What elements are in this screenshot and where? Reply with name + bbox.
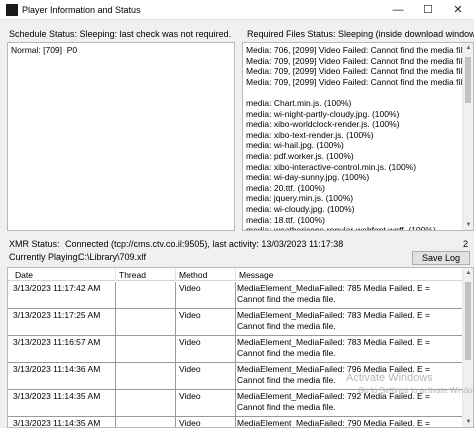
required-file-line: media: 20.ttf. (100%)	[246, 182, 325, 193]
scroll-thumb[interactable]	[465, 282, 471, 360]
cell-border	[235, 282, 236, 309]
cell-message: MediaElement_MediaFailed: 783 Media Fail…	[237, 310, 431, 320]
cell-method: Video	[179, 418, 201, 428]
window-title: Player Information and Status	[22, 5, 141, 15]
cell-border	[175, 363, 176, 390]
column-header-message[interactable]: Message	[239, 270, 274, 280]
cell-border	[115, 309, 116, 336]
required-file-line: Media: 706, [2099] Video Failed: Cannot …	[246, 45, 472, 55]
schedule-status-label: Schedule Status: Sleeping: last check wa…	[9, 29, 232, 39]
schedule-textbox[interactable]: Normal: [709] P0	[7, 42, 235, 231]
cell-border	[115, 390, 116, 417]
column-header-date[interactable]: Date	[15, 270, 33, 280]
required-files-list: Media: 706, [2099] Video Failed: Cannot …	[246, 45, 473, 231]
required-file-line: media: xibo-interactive-control.min.js. …	[246, 161, 417, 172]
cell-border	[115, 417, 116, 427]
activate-windows-hint: Go to Settings to activate Windows.	[358, 386, 474, 395]
required-file-line: Media: 709, [2099] Video Failed: Cannot …	[246, 76, 472, 87]
cell-border	[235, 336, 236, 363]
column-separator	[175, 268, 176, 281]
table-row[interactable]: 3/13/2023 11:17:25 AM Video MediaElement_M…	[8, 309, 464, 336]
scroll-up-icon[interactable]: ▲	[463, 268, 473, 278]
close-button[interactable]: ✕	[443, 0, 473, 20]
column-separator	[115, 268, 116, 281]
currently-playing-label: Currently Playing:	[9, 252, 81, 262]
log-table-scrollbar[interactable]: ▲ ▼	[462, 268, 473, 427]
cell-border	[175, 390, 176, 417]
required-file-line: media: jquery.min.js. (100%)	[246, 193, 354, 204]
required-file-line: Media: 709, [2099] Video Failed: Cannot …	[246, 55, 472, 66]
cell-message-cont: Cannot find the media file.	[237, 347, 336, 358]
log-table-header: Date Thread Method Message	[8, 268, 464, 281]
required-file-line: media: wi-cloudy.jpg. (100%)	[246, 203, 355, 214]
table-row[interactable]: 3/13/2023 11:14:35 AM Video MediaElement_M…	[8, 417, 464, 428]
maximize-button[interactable]: ☐	[413, 0, 443, 20]
cell-border	[235, 390, 236, 417]
required-files-textbox[interactable]: Media: 706, [2099] Video Failed: Cannot …	[242, 42, 474, 231]
scroll-down-icon[interactable]: ▼	[463, 417, 473, 427]
cell-border	[175, 282, 176, 309]
cell-method: Video	[179, 337, 201, 347]
cell-date: 3/13/2023 11:17:25 AM	[13, 310, 101, 320]
activate-windows-watermark: Activate Windows	[346, 372, 433, 384]
required-file-line: Media: 709, [2099] Video Failed: Cannot …	[246, 66, 472, 77]
cell-border	[175, 336, 176, 363]
cell-date: 3/13/2023 11:14:36 AM	[13, 364, 101, 374]
table-row[interactable]: 3/13/2023 11:17:42 AM Video MediaElement_M…	[8, 282, 464, 309]
required-files-scrollbar[interactable]: ▲ ▼	[462, 43, 473, 230]
required-file-line	[246, 87, 473, 98]
cell-method: Video	[179, 364, 201, 374]
required-file-line: media: 18.ttf. (100%)	[246, 214, 325, 225]
cell-method: Video	[179, 283, 201, 293]
cell-date: 3/13/2023 11:16:57 AM	[13, 337, 101, 347]
required-file-line: media: Chart.min.js. (100%)	[246, 97, 352, 108]
required-file-line: media: wi-hail.jpg. (100%)	[246, 140, 344, 151]
cell-border	[115, 363, 116, 390]
required-files-status-label: Required Files Status: Sleeping (inside …	[247, 29, 474, 39]
title-bar: Player Information and Status — ☐ ✕	[0, 0, 474, 20]
cell-date: 3/13/2023 11:14:35 AM	[13, 418, 101, 428]
minimize-button[interactable]: —	[383, 0, 413, 20]
required-file-line: media: weathericons-regular-webfont.woff…	[246, 225, 436, 231]
xmr-status-label: XMR Status:	[9, 239, 60, 249]
required-file-line: media: xibo-worldclock-render.js. (100%)	[246, 119, 400, 130]
cell-message-cont: Cannot find the media file.	[237, 374, 336, 385]
cell-message: MediaElement_MediaFailed: 783 Media Fail…	[237, 337, 431, 347]
cell-message: MediaElement_MediaFailed: 785 Media Fail…	[237, 283, 431, 293]
cell-method: Video	[179, 310, 201, 320]
cell-border	[115, 282, 116, 309]
cell-message-cont: Cannot find the media file.	[237, 320, 336, 331]
column-header-method[interactable]: Method	[179, 270, 207, 280]
xmr-status-value: Connected (tcp://cms.ctv.co.il:9505), la…	[65, 239, 344, 249]
cell-message-cont: Cannot find the media file.	[237, 293, 336, 304]
scroll-up-icon[interactable]: ▲	[463, 43, 473, 53]
scroll-down-icon[interactable]: ▼	[463, 220, 473, 230]
required-file-line: media: wi-night-partly-cloudy.jpg. (100%…	[246, 108, 400, 119]
xmr-count: 2	[463, 239, 469, 249]
cell-border	[235, 363, 236, 390]
cell-method: Video	[179, 391, 201, 401]
schedule-content: Normal: [709] P0	[11, 45, 78, 55]
cell-date: 3/13/2023 11:14:35 AM	[13, 391, 101, 401]
required-file-line: media: pdf.worker.js. (100%)	[246, 150, 354, 161]
cell-date: 3/13/2023 11:17:42 AM	[13, 283, 101, 293]
scroll-thumb[interactable]	[465, 57, 471, 103]
cell-border	[175, 417, 176, 427]
required-file-line: media: wi-day-sunny.jpg. (100%)	[246, 172, 370, 183]
required-file-line: media: xibo-text-render.js. (100%)	[246, 129, 374, 140]
table-row[interactable]: 3/13/2023 11:16:57 AM Video MediaElement_M…	[8, 336, 464, 363]
column-separator	[235, 268, 236, 281]
cell-message: MediaElement_MediaFailed: 790 Media Fail…	[237, 418, 431, 428]
cell-border	[235, 417, 236, 427]
cell-border	[235, 309, 236, 336]
cell-border	[175, 309, 176, 336]
cell-message-cont: Cannot find the media file.	[237, 401, 336, 412]
currently-playing-value: C:\Library\709.xlf	[78, 252, 147, 262]
cell-border	[115, 336, 116, 363]
save-log-button[interactable]: Save Log	[412, 251, 470, 265]
log-table[interactable]: Date Thread Method Message 3/13/2023 11:…	[7, 267, 474, 428]
app-icon	[6, 4, 18, 16]
column-header-thread[interactable]: Thread	[119, 270, 146, 280]
